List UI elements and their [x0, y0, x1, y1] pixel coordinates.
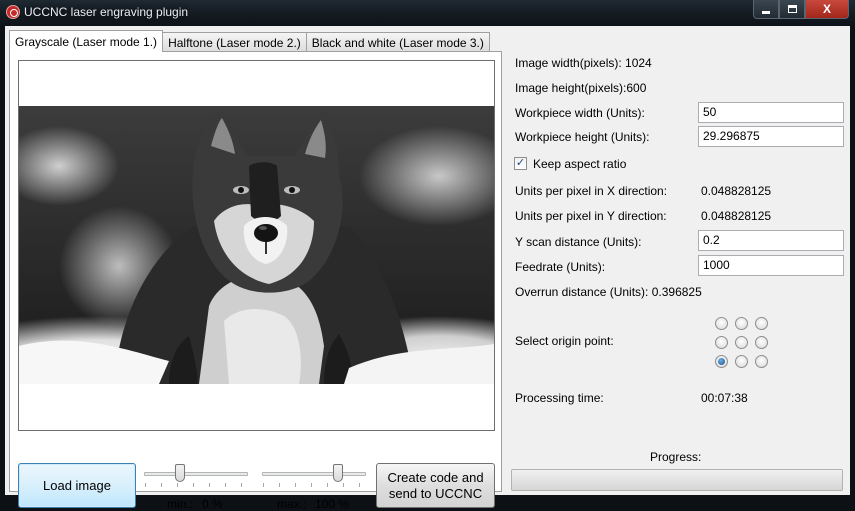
slider-tick [311, 483, 312, 487]
origin-radio-middle-left[interactable] [715, 336, 728, 349]
tab-page-grayscale: Load image min.: 0 % max.: 100 % Create … [9, 51, 502, 511]
tab-black-and-white[interactable]: Black and white (Laser mode 3.) [305, 32, 490, 52]
create-code-line1: Create code and [387, 469, 484, 485]
slider-thumb[interactable] [332, 464, 343, 482]
workpiece-height-input[interactable]: 29.296875 [698, 126, 844, 147]
feedrate-label: Feedrate (Units): [515, 260, 606, 274]
progress-label: Progress: [650, 450, 702, 464]
slider-tick [225, 483, 226, 487]
workpiece-width-input[interactable]: 50 [698, 102, 844, 123]
slider-tick [343, 483, 344, 487]
units-per-pixel-y-value: 0.048828125 [701, 209, 772, 223]
close-icon: X [822, 2, 831, 16]
slider-tick [161, 483, 162, 487]
image-preview [18, 60, 495, 431]
min-label: min.: [167, 497, 194, 511]
create-code-button[interactable]: Create code and send to UCCNC [376, 463, 495, 508]
window-controls: X [753, 0, 849, 19]
workpiece-width-label: Workpiece width (Units): [515, 106, 645, 120]
y-scan-distance-label: Y scan distance (Units): [515, 235, 642, 249]
slider-thumb[interactable] [175, 464, 186, 482]
window-client-area: Grayscale (Laser mode 1.) Halftone (Lase… [5, 26, 850, 511]
origin-radio-middle-center[interactable] [735, 336, 748, 349]
min-value: 0 % [202, 497, 223, 511]
origin-radio-middle-right[interactable] [755, 336, 768, 349]
max-label: max.: [277, 497, 307, 511]
slider-tick [295, 483, 296, 487]
processing-time-label: Processing time: [515, 391, 604, 405]
slider-track [262, 472, 366, 476]
wolf-image [19, 111, 494, 384]
tab-grayscale[interactable]: Grayscale (Laser mode 1.) [9, 30, 164, 52]
origin-radio-bottom-left[interactable] [715, 355, 728, 368]
close-button[interactable]: X [805, 0, 849, 19]
feedrate-input[interactable]: 1000 [698, 255, 844, 276]
slider-track [144, 472, 248, 476]
slider-tick [279, 483, 280, 487]
slider-tick [359, 483, 360, 487]
origin-radio-top-left[interactable] [715, 317, 728, 330]
minimize-button[interactable] [753, 0, 779, 19]
minimize-icon [762, 10, 770, 14]
progress-bar [511, 469, 843, 491]
window-titlebar[interactable]: UCCNC laser engraving plugin X [0, 0, 855, 26]
y-scan-distance-input[interactable]: 0.2 [698, 230, 844, 251]
units-per-pixel-x-value: 0.048828125 [701, 184, 772, 198]
processing-time-value: 00:07:38 [701, 391, 748, 405]
keep-aspect-checkbox[interactable]: ✓ [514, 157, 527, 170]
min-intensity-slider[interactable] [140, 462, 252, 490]
origin-point-label: Select origin point: [515, 334, 614, 348]
maximize-button[interactable] [779, 0, 805, 19]
load-image-button[interactable]: Load image [18, 463, 136, 508]
slider-tick [193, 483, 194, 487]
origin-radio-bottom-right[interactable] [755, 355, 768, 368]
units-per-pixel-y-label: Units per pixel in Y direction: [515, 209, 667, 223]
maximize-icon [787, 5, 797, 13]
slider-tick [241, 483, 242, 487]
keep-aspect-label[interactable]: Keep aspect ratio [533, 157, 626, 171]
checkmark-icon: ✓ [515, 157, 526, 169]
units-per-pixel-x-label: Units per pixel in X direction: [515, 184, 668, 198]
create-code-button-label: Create code and send to UCCNC [387, 470, 483, 502]
image-height-label: Image height(pixels):600 [515, 81, 647, 95]
origin-radio-top-center[interactable] [735, 317, 748, 330]
tab-halftone[interactable]: Halftone (Laser mode 2.) [162, 32, 307, 52]
slider-tick [327, 483, 328, 487]
app-logo-icon [6, 5, 20, 19]
workpiece-height-label: Workpiece height (Units): [515, 130, 650, 144]
overrun-distance-label: Overrun distance (Units): 0.396825 [515, 285, 702, 299]
preview-photo [19, 106, 494, 384]
image-width-label: Image width(pixels): 1024 [515, 56, 652, 70]
window-title: UCCNC laser engraving plugin [24, 5, 189, 19]
mode-tabs: Grayscale (Laser mode 1.) Halftone (Lase… [9, 30, 490, 52]
origin-radio-top-right[interactable] [755, 317, 768, 330]
slider-tick [263, 483, 264, 487]
create-code-line2: send to UCCNC [388, 485, 483, 501]
slider-tick [209, 483, 210, 487]
slider-tick [145, 483, 146, 487]
max-intensity-slider[interactable] [258, 462, 370, 490]
origin-radio-bottom-center[interactable] [735, 355, 748, 368]
slider-tick [177, 483, 178, 487]
max-value: 100 % [315, 497, 350, 511]
